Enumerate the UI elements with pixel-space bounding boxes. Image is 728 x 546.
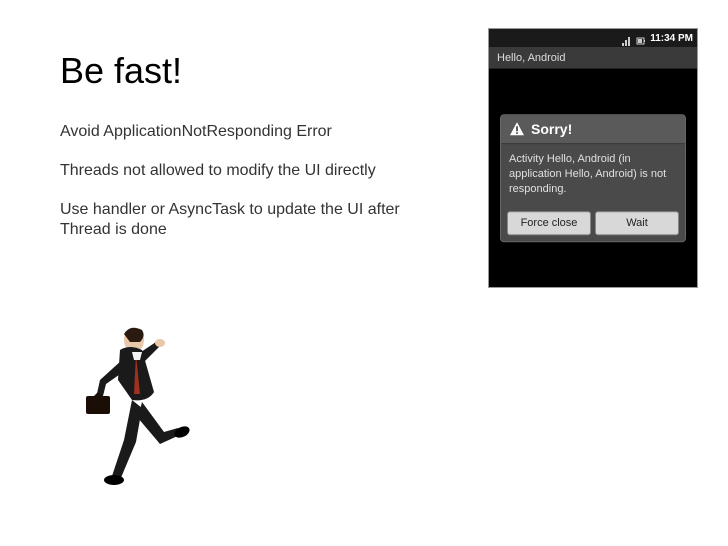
force-close-button[interactable]: Force close xyxy=(507,211,591,235)
warning-icon xyxy=(509,121,525,137)
battery-icon xyxy=(636,33,646,43)
phone-screenshot: 11:34 PM Hello, Android Sorry! Activity … xyxy=(488,28,698,288)
dialog-title: Sorry! xyxy=(531,121,572,137)
wait-button[interactable]: Wait xyxy=(595,211,679,235)
phone-body: Sorry! Activity Hello, Android (in appli… xyxy=(489,69,697,287)
paragraph-3: Use handler or AsyncTask to update the U… xyxy=(60,200,420,242)
paragraph-2: Threads not allowed to modify the UI dir… xyxy=(60,161,420,182)
slide-container: Be fast! Avoid ApplicationNotResponding … xyxy=(0,0,728,546)
dialog-header: Sorry! xyxy=(501,115,685,144)
status-time: 11:34 PM xyxy=(650,33,693,44)
status-bar: 11:34 PM xyxy=(489,29,697,47)
paragraph-1: Avoid ApplicationNotResponding Error xyxy=(60,122,420,143)
signal-icon xyxy=(622,33,632,43)
app-title-bar: Hello, Android xyxy=(489,47,697,69)
anr-dialog: Sorry! Activity Hello, Android (in appli… xyxy=(500,114,686,242)
app-title: Hello, Android xyxy=(497,52,566,64)
dialog-buttons: Force close Wait xyxy=(501,205,685,241)
slide-body: Avoid ApplicationNotResponding Error Thr… xyxy=(60,122,420,241)
running-man-image xyxy=(60,320,190,510)
dialog-message: Activity Hello, Android (in application … xyxy=(501,144,685,205)
